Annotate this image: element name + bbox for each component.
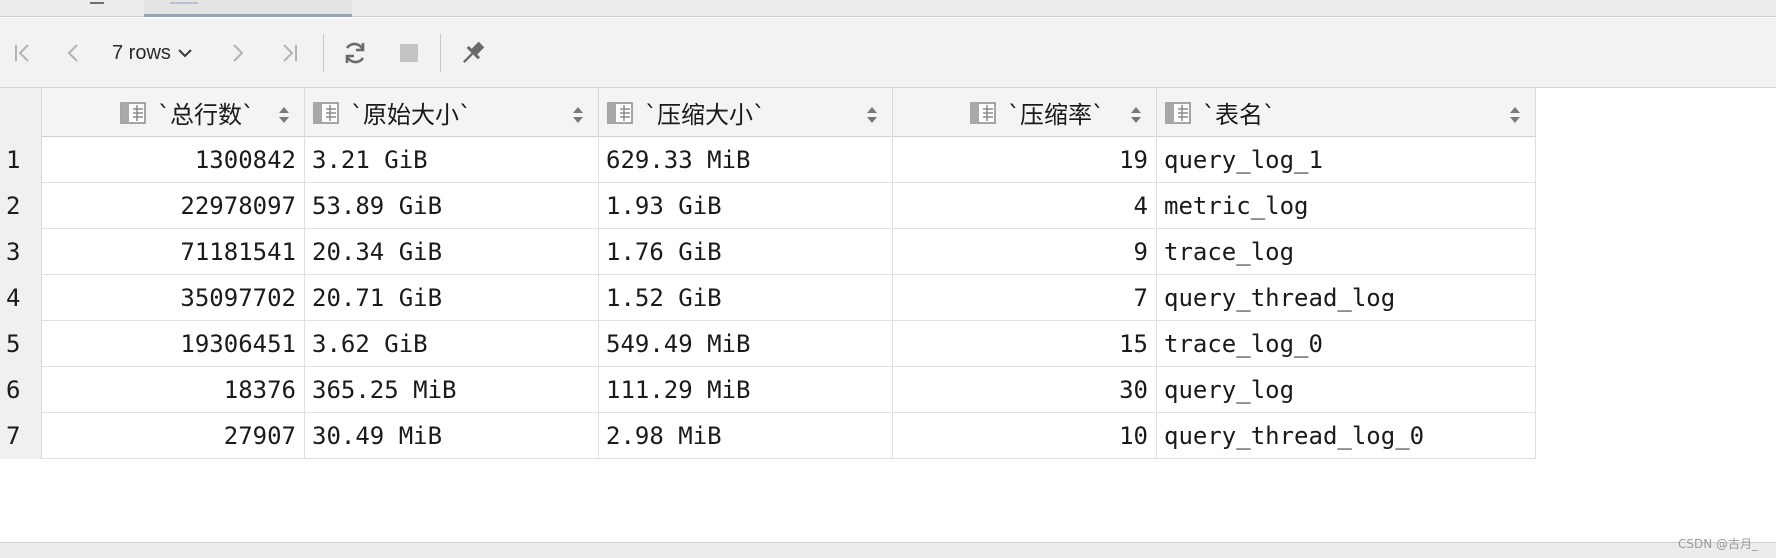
tab-icon-fragment — [170, 0, 198, 4]
cell-compression-ratio[interactable]: 10 — [893, 413, 1157, 459]
sort-icon[interactable] — [1130, 103, 1142, 131]
next-page-button[interactable] — [220, 36, 254, 70]
sort-icon[interactable] — [866, 103, 878, 131]
row-number[interactable]: 3 — [0, 229, 42, 275]
reload-icon — [341, 39, 369, 67]
page-size-select[interactable]: 7 rows — [112, 36, 193, 70]
cell-table-name[interactable]: query_log — [1157, 367, 1536, 413]
table-row[interactable]: 7 27907 30.49 MiB 2.98 MiB 10 query_thre… — [0, 413, 1536, 459]
stop-button[interactable] — [392, 36, 426, 70]
reload-button[interactable] — [338, 36, 372, 70]
row-number[interactable]: 5 — [0, 321, 42, 367]
cell-compression-ratio[interactable]: 15 — [893, 321, 1157, 367]
row-number[interactable]: 7 — [0, 413, 42, 459]
column-header-table-name[interactable]: `表名` — [1157, 88, 1536, 137]
cell-compressed-size[interactable]: 1.93 GiB — [599, 183, 893, 229]
watermark: CSDN @古月_ — [1677, 537, 1758, 551]
cell-raw-size[interactable]: 20.71 GiB — [305, 275, 599, 321]
column-header-label: `压缩率` — [1008, 101, 1104, 129]
table-column-icon — [120, 101, 146, 124]
table-row[interactable]: 1 1300842 3.21 GiB 629.33 MiB 19 query_l… — [0, 137, 1536, 183]
sort-icon[interactable] — [278, 103, 290, 131]
cell-raw-size[interactable]: 3.62 GiB — [305, 321, 599, 367]
pin-icon — [458, 38, 488, 68]
cell-total-rows[interactable]: 22978097 — [42, 183, 305, 229]
editor-tab-strip — [0, 0, 1776, 17]
previous-page-button[interactable] — [57, 36, 91, 70]
column-header-compressed-size[interactable]: `压缩大小` — [599, 88, 893, 137]
cell-table-name[interactable]: metric_log — [1157, 183, 1536, 229]
table-row[interactable]: 6 18376 365.25 MiB 111.29 MiB 30 query_l… — [0, 367, 1536, 413]
last-page-button[interactable] — [272, 36, 306, 70]
first-page-button[interactable] — [6, 36, 40, 70]
page-size-label: 7 rows — [112, 41, 171, 64]
first-page-icon — [10, 40, 36, 66]
row-number[interactable]: 2 — [0, 183, 42, 229]
column-header-total-rows[interactable]: `总行数` — [42, 88, 305, 137]
cell-raw-size[interactable]: 20.34 GiB — [305, 229, 599, 275]
cell-compressed-size[interactable]: 1.52 GiB — [599, 275, 893, 321]
row-number[interactable]: 4 — [0, 275, 42, 321]
column-header-raw-size[interactable]: `原始大小` — [305, 88, 599, 137]
cell-compression-ratio[interactable]: 19 — [893, 137, 1157, 183]
cell-compressed-size[interactable]: 2.98 MiB — [599, 413, 893, 459]
column-header-label: `表名` — [1203, 101, 1275, 129]
cell-total-rows[interactable]: 35097702 — [42, 275, 305, 321]
cell-total-rows[interactable]: 71181541 — [42, 229, 305, 275]
cell-table-name[interactable]: trace_log — [1157, 229, 1536, 275]
pin-tab-button[interactable] — [456, 36, 490, 70]
cell-raw-size[interactable]: 53.89 GiB — [305, 183, 599, 229]
last-page-icon — [276, 40, 302, 66]
cell-compressed-size[interactable]: 549.49 MiB — [599, 321, 893, 367]
cell-table-name[interactable]: query_thread_log_0 — [1157, 413, 1536, 459]
row-number-header — [0, 88, 42, 137]
tab-fragment[interactable] — [90, 0, 104, 4]
table-row[interactable]: 5 19306451 3.62 GiB 549.49 MiB 15 trace_… — [0, 321, 1536, 367]
table-column-icon — [970, 101, 996, 124]
table-row[interactable]: 4 35097702 20.71 GiB 1.52 GiB 7 query_th… — [0, 275, 1536, 321]
sort-icon[interactable] — [572, 103, 584, 131]
stop-icon — [397, 41, 421, 65]
cell-compression-ratio[interactable]: 4 — [893, 183, 1157, 229]
cell-raw-size[interactable]: 365.25 MiB — [305, 367, 599, 413]
row-number[interactable]: 6 — [0, 367, 42, 413]
cell-compression-ratio[interactable]: 30 — [893, 367, 1157, 413]
toolbar-separator — [440, 34, 441, 72]
cell-total-rows[interactable]: 18376 — [42, 367, 305, 413]
cell-compressed-size[interactable]: 111.29 MiB — [599, 367, 893, 413]
column-header-label: `总行数` — [158, 101, 254, 129]
cell-compressed-size[interactable]: 629.33 MiB — [599, 137, 893, 183]
cell-total-rows[interactable]: 19306451 — [42, 321, 305, 367]
sort-icon[interactable] — [1509, 103, 1521, 131]
cell-table-name[interactable]: trace_log_0 — [1157, 321, 1536, 367]
row-number[interactable]: 1 — [0, 137, 42, 183]
cell-compressed-size[interactable]: 1.76 GiB — [599, 229, 893, 275]
table-row[interactable]: 3 71181541 20.34 GiB 1.76 GiB 9 trace_lo… — [0, 229, 1536, 275]
table-column-icon — [313, 101, 339, 124]
table-column-icon — [607, 101, 633, 124]
status-bar — [0, 542, 1776, 558]
cell-raw-size[interactable]: 3.21 GiB — [305, 137, 599, 183]
table-row[interactable]: 2 22978097 53.89 GiB 1.93 GiB 4 metric_l… — [0, 183, 1536, 229]
column-header-label: `原始大小` — [351, 101, 471, 129]
cell-compression-ratio[interactable]: 7 — [893, 275, 1157, 321]
table-column-icon — [1165, 101, 1191, 124]
previous-page-icon — [61, 40, 87, 66]
next-page-icon — [224, 40, 250, 66]
chevron-down-icon — [177, 47, 193, 59]
result-toolbar: 7 rows — [0, 18, 1776, 88]
cell-total-rows[interactable]: 1300842 — [42, 137, 305, 183]
column-header-compression-ratio[interactable]: `压缩率` — [893, 88, 1157, 137]
toolbar-separator — [323, 34, 324, 72]
column-header-label: `压缩大小` — [645, 101, 765, 129]
cell-raw-size[interactable]: 30.49 MiB — [305, 413, 599, 459]
cell-table-name[interactable]: query_thread_log — [1157, 275, 1536, 321]
cell-table-name[interactable]: query_log_1 — [1157, 137, 1536, 183]
grid-header: `总行数` `原始大小` `压缩大小` `压缩率` `表名` — [0, 88, 1536, 137]
cell-compression-ratio[interactable]: 9 — [893, 229, 1157, 275]
cell-total-rows[interactable]: 27907 — [42, 413, 305, 459]
